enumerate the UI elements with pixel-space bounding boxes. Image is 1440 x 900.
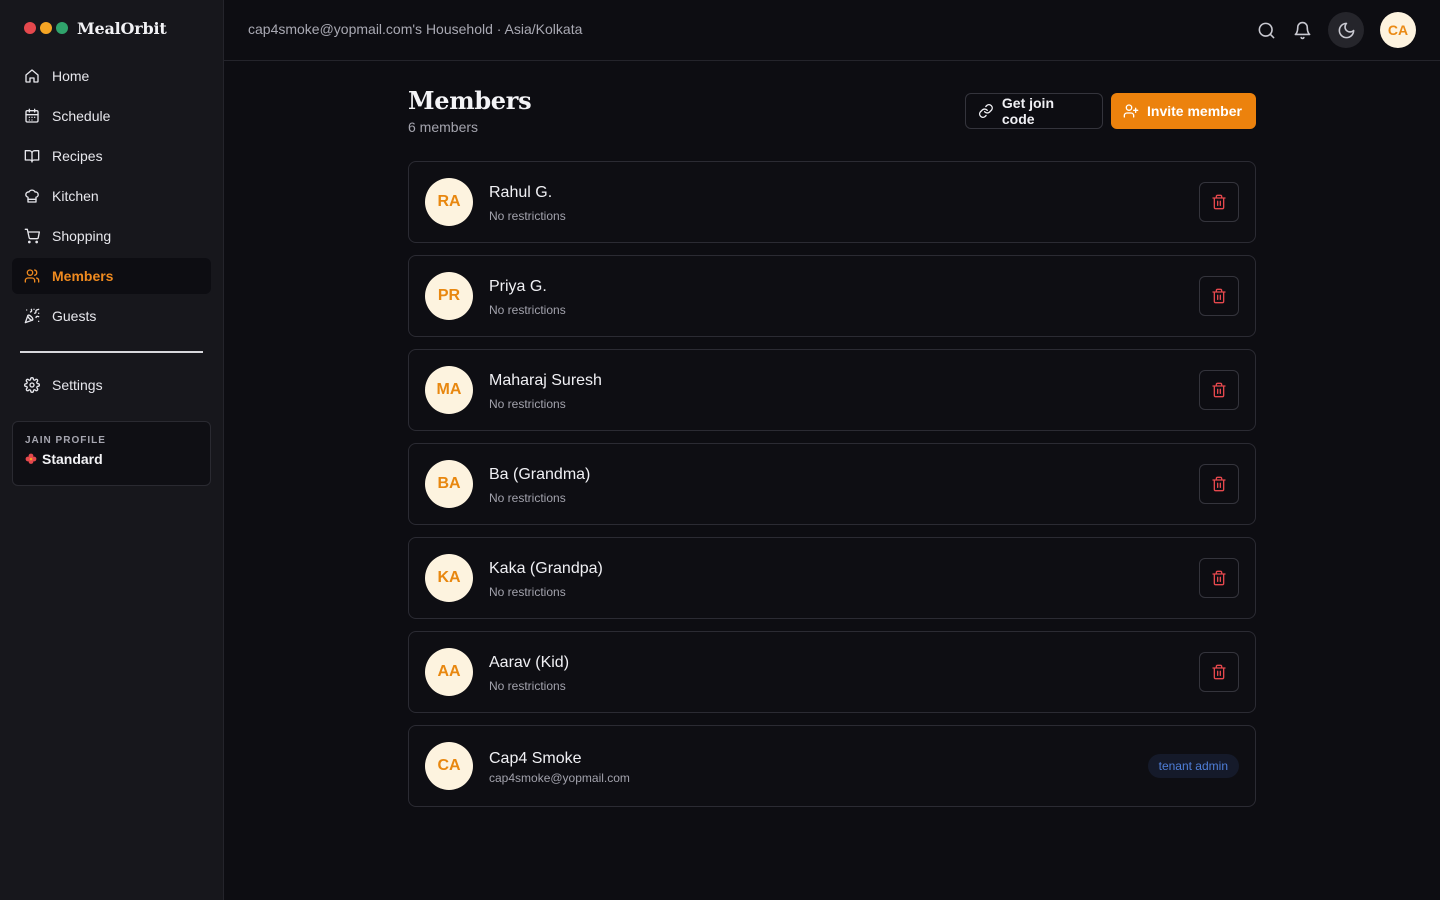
member-card: PR Priya G. No restrictions — [408, 255, 1256, 337]
calendar-icon — [25, 108, 39, 123]
delete-member-button[interactable] — [1199, 276, 1239, 316]
trash-icon — [1212, 664, 1226, 680]
member-card: RA Rahul G. No restrictions — [408, 161, 1256, 243]
brand[interactable]: MealOrbit — [24, 18, 167, 38]
sidebar-item-recipes[interactable]: Recipes — [12, 138, 211, 174]
chef-hat-icon — [25, 189, 39, 203]
cart-icon — [24, 228, 40, 244]
user-plus-icon — [1123, 104, 1139, 118]
sidebar-item-home[interactable]: Home — [12, 58, 211, 94]
member-count: 6 members — [408, 119, 479, 135]
member-card: KA Kaka (Grandpa) No restrictions — [408, 537, 1256, 619]
member-avatar: PR — [425, 272, 473, 320]
users-icon — [24, 269, 40, 283]
sidebar-item-label: Recipes — [52, 148, 103, 164]
member-card: CA Cap4 Smoke cap4smoke@yopmail.com tena… — [408, 725, 1256, 807]
member-email: cap4smoke@yopmail.com — [489, 771, 630, 785]
sidebar-item-label: Settings — [52, 377, 103, 393]
delete-member-button[interactable] — [1199, 370, 1239, 410]
user-avatar[interactable]: CA — [1380, 12, 1416, 48]
book-icon — [24, 150, 40, 163]
member-restrictions: No restrictions — [489, 585, 566, 599]
member-restrictions: No restrictions — [489, 209, 566, 223]
tenant-admin-badge: tenant admin — [1147, 754, 1239, 778]
bell-icon — [1294, 21, 1310, 39]
delete-member-button[interactable] — [1199, 652, 1239, 692]
sidebar-item-label: Members — [52, 268, 114, 284]
member-avatar: MA — [425, 366, 473, 414]
member-card: AA Aarav (Kid) No restrictions — [408, 631, 1256, 713]
member-restrictions: No restrictions — [489, 303, 566, 317]
link-icon — [979, 104, 993, 118]
profile-value: Standard — [25, 451, 198, 467]
delete-member-button[interactable] — [1199, 182, 1239, 222]
page-title: Members — [408, 86, 532, 115]
member-avatar: KA — [425, 554, 473, 602]
get-join-code-button[interactable]: Get join code — [965, 93, 1103, 129]
sidebar-item-shopping[interactable]: Shopping — [12, 218, 211, 254]
profile-label: JAIN PROFILE — [25, 435, 106, 446]
member-name: Cap4 Smoke — [489, 750, 582, 767]
member-restrictions: No restrictions — [489, 679, 566, 693]
member-name: Maharaj Suresh — [489, 372, 602, 389]
jain-profile-card[interactable]: JAIN PROFILE Standard — [12, 421, 211, 486]
member-avatar: BA — [425, 460, 473, 508]
member-restrictions: No restrictions — [489, 397, 566, 411]
member-name: Priya G. — [489, 278, 547, 295]
delete-member-button[interactable] — [1199, 464, 1239, 504]
invite-member-label: Invite member — [1147, 103, 1242, 119]
member-card: BA Ba (Grandma) No restrictions — [408, 443, 1256, 525]
sidebar-item-label: Schedule — [52, 108, 111, 124]
invite-member-button[interactable]: Invite member — [1111, 93, 1256, 129]
moon-icon — [1338, 22, 1354, 38]
sidebar-item-guests[interactable]: Guests — [12, 298, 211, 334]
member-restrictions: No restrictions — [489, 491, 566, 505]
sidebar-divider — [20, 351, 203, 353]
theme-toggle-button[interactable] — [1328, 12, 1364, 48]
sidebar-item-label: Home — [52, 68, 90, 84]
brand-dot-yellow — [40, 22, 52, 34]
sidebar-nav: Home Schedule Recipes Kitchen Shopping M… — [12, 58, 211, 338]
member-avatar: RA — [425, 178, 473, 226]
sidebar: MealOrbit Home Schedule Recipes Kitchen … — [0, 0, 224, 900]
sidebar-item-label: Guests — [52, 308, 97, 324]
sidebar-item-label: Shopping — [52, 228, 112, 244]
member-avatar: AA — [425, 648, 473, 696]
home-icon — [25, 69, 39, 83]
member-name: Rahul G. — [489, 184, 553, 201]
profile-value-text: Standard — [42, 451, 103, 467]
top-actions: CA — [1248, 12, 1416, 48]
trash-icon — [1212, 570, 1226, 586]
brand-dot-green — [56, 22, 68, 34]
search-icon — [1258, 22, 1274, 38]
sidebar-item-settings[interactable]: Settings — [12, 367, 211, 403]
delete-member-button[interactable] — [1199, 558, 1239, 598]
household-label: cap4smoke@yopmail.com's Household · Asia… — [248, 21, 583, 37]
member-list: RA Rahul G. No restrictions PR Priya G. … — [408, 161, 1256, 819]
member-card: MA Maharaj Suresh No restrictions — [408, 349, 1256, 431]
trash-icon — [1212, 194, 1226, 210]
top-bar: cap4smoke@yopmail.com's Household · Asia… — [224, 0, 1440, 61]
sidebar-settings-group: Settings — [12, 367, 211, 407]
brand-dots — [24, 22, 68, 34]
member-name: Kaka (Grandpa) — [489, 560, 603, 577]
get-join-code-label: Get join code — [1001, 95, 1055, 127]
member-name: Aarav (Kid) — [489, 654, 570, 671]
search-button[interactable] — [1248, 12, 1284, 48]
profile-flower-icon — [25, 453, 37, 464]
sidebar-item-members[interactable]: Members — [12, 258, 211, 294]
notifications-button[interactable] — [1284, 12, 1320, 48]
sidebar-item-kitchen[interactable]: Kitchen — [12, 178, 211, 214]
brand-dot-red — [24, 22, 36, 34]
member-avatar: CA — [425, 742, 473, 790]
sidebar-item-schedule[interactable]: Schedule — [12, 98, 211, 134]
member-name: Ba (Grandma) — [489, 466, 591, 483]
brand-name: MealOrbit — [77, 18, 167, 38]
trash-icon — [1212, 288, 1226, 304]
party-icon — [24, 308, 40, 324]
trash-icon — [1212, 382, 1226, 398]
sidebar-item-label: Kitchen — [52, 188, 99, 204]
gear-icon — [24, 377, 40, 393]
trash-icon — [1212, 476, 1226, 492]
